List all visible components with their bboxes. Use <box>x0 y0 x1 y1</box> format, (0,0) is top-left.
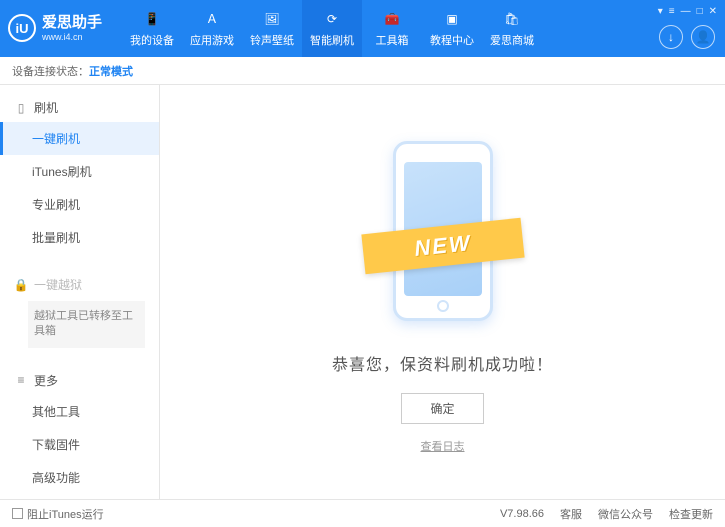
window-controls: ▾ ≡ — □ ✕ <box>658 6 717 17</box>
main-nav: 📱我的设备 Ａ应用游戏 🖼铃声壁纸 ⟳智能刷机 🧰工具箱 ▣教程中心 🛍爱思商城 <box>122 0 542 57</box>
status-bar: 设备连接状态： 正常模式 <box>0 57 725 85</box>
block-itunes-checkbox[interactable]: 阻止iTunes运行 <box>12 506 104 522</box>
phone-icon: ▯ <box>14 101 28 115</box>
apps-icon: Ａ <box>203 10 221 28</box>
sidebar-jailbreak-header[interactable]: 🔒 一键越狱 <box>0 270 159 299</box>
footer-wechat-link[interactable]: 微信公众号 <box>598 506 653 522</box>
settings-icon[interactable]: ≡ <box>669 6 675 17</box>
sidebar-item-pro-flash[interactable]: 专业刷机 <box>0 188 159 221</box>
sidebar-flash-header[interactable]: ▯ 刷机 <box>0 93 159 122</box>
tutorial-icon: ▣ <box>443 10 461 28</box>
view-log-link[interactable]: 查看日志 <box>421 438 465 454</box>
device-icon: 📱 <box>143 10 161 28</box>
new-banner: NEW <box>361 217 524 274</box>
footer: 阻止iTunes运行 V7.98.66 客服 微信公众号 检查更新 <box>0 499 725 527</box>
ok-button[interactable]: 确定 <box>401 393 483 424</box>
logo-area: iU 爱思助手 www.i4.cn <box>8 14 102 43</box>
close-icon[interactable]: ✕ <box>709 6 717 17</box>
nav-toolbox[interactable]: 🧰工具箱 <box>362 0 422 57</box>
sidebar-jailbreak-note[interactable]: 越狱工具已转移至工具箱 <box>28 301 145 348</box>
success-message: 恭喜您，保资料刷机成功啦！ <box>332 351 553 375</box>
sidebar-more-header[interactable]: ≡ 更多 <box>0 366 159 395</box>
version-label: V7.98.66 <box>500 508 544 520</box>
flash-icon: ⟳ <box>323 10 341 28</box>
more-icon: ≡ <box>14 373 28 387</box>
nav-store[interactable]: 🛍爱思商城 <box>482 0 542 57</box>
sidebar-item-batch-flash[interactable]: 批量刷机 <box>0 221 159 254</box>
logo-icon: iU <box>8 14 36 42</box>
nav-my-device[interactable]: 📱我的设备 <box>122 0 182 57</box>
footer-support-link[interactable]: 客服 <box>560 506 582 522</box>
sidebar: ▯ 刷机 一键刷机 iTunes刷机 专业刷机 批量刷机 🔒 一键越狱 越狱工具… <box>0 85 160 499</box>
status-mode: 正常模式 <box>89 63 133 79</box>
user-button[interactable]: 👤 <box>691 25 715 49</box>
store-icon: 🛍 <box>503 10 521 28</box>
footer-update-link[interactable]: 检查更新 <box>669 506 713 522</box>
sidebar-item-other-tools[interactable]: 其他工具 <box>0 395 159 428</box>
download-button[interactable]: ↓ <box>659 25 683 49</box>
nav-smart-flash[interactable]: ⟳智能刷机 <box>302 0 362 57</box>
toolbox-icon: 🧰 <box>383 10 401 28</box>
phone-illustration: NEW <box>378 131 508 331</box>
ringtone-icon: 🖼 <box>263 10 281 28</box>
sidebar-item-itunes-flash[interactable]: iTunes刷机 <box>0 155 159 188</box>
nav-ringtones[interactable]: 🖼铃声壁纸 <box>242 0 302 57</box>
menu-icon[interactable]: ▾ <box>658 6 663 17</box>
app-header: iU 爱思助手 www.i4.cn 📱我的设备 Ａ应用游戏 🖼铃声壁纸 ⟳智能刷… <box>0 0 725 57</box>
app-url: www.i4.cn <box>42 32 102 43</box>
main-content: NEW 恭喜您，保资料刷机成功啦！ 确定 查看日志 <box>160 85 725 499</box>
app-title: 爱思助手 <box>42 14 102 32</box>
sidebar-item-download-firmware[interactable]: 下载固件 <box>0 428 159 461</box>
sidebar-item-advanced[interactable]: 高级功能 <box>0 461 159 494</box>
minimize-icon[interactable]: — <box>681 6 691 17</box>
nav-tutorials[interactable]: ▣教程中心 <box>422 0 482 57</box>
sidebar-item-one-key-flash[interactable]: 一键刷机 <box>0 122 159 155</box>
lock-icon: 🔒 <box>14 278 28 292</box>
nav-apps[interactable]: Ａ应用游戏 <box>182 0 242 57</box>
maximize-icon[interactable]: □ <box>697 6 703 17</box>
status-label: 设备连接状态： <box>12 63 89 79</box>
